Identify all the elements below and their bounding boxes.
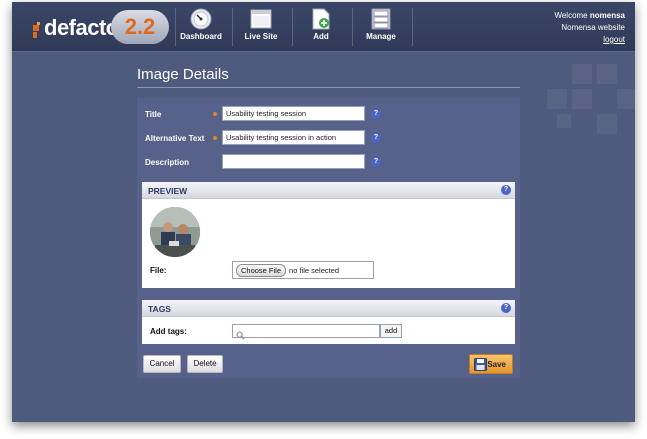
required-indicator bbox=[213, 112, 217, 116]
title-label: Title bbox=[145, 110, 162, 119]
save-button-label: Save bbox=[487, 359, 506, 369]
alt-text-field[interactable]: Usability testing session in action bbox=[222, 130, 365, 145]
tags-search-input[interactable] bbox=[232, 324, 380, 340]
page-title: Image Details bbox=[137, 66, 520, 88]
tags-panel: TAGS ? Add tags: add bbox=[142, 300, 515, 344]
description-help-icon[interactable]: ? bbox=[371, 157, 381, 167]
preview-help-icon[interactable]: ? bbox=[501, 185, 511, 195]
decorative-square bbox=[617, 89, 635, 109]
file-label: File: bbox=[150, 266, 167, 275]
title-field[interactable]: Usability testing session bbox=[222, 106, 365, 121]
nav-live-site-label: Live Site bbox=[244, 32, 278, 41]
logo-mark-icon bbox=[32, 17, 42, 39]
delete-button[interactable]: Delete bbox=[187, 355, 223, 373]
app-window: defacto 2.2 Dashboard Live Site Add Mana… bbox=[12, 2, 635, 422]
decorative-square bbox=[597, 64, 617, 84]
welcome-prefix: Welcome bbox=[554, 11, 588, 20]
header-bar: defacto 2.2 Dashboard Live Site Add Mana… bbox=[12, 2, 635, 52]
decorative-square bbox=[547, 89, 567, 109]
logout-link[interactable]: logout bbox=[603, 35, 625, 44]
preview-heading: PREVIEW bbox=[148, 186, 188, 196]
nav-add[interactable]: Add bbox=[292, 4, 350, 50]
image-thumbnail bbox=[150, 207, 200, 257]
add-document-icon bbox=[310, 8, 332, 30]
file-status: no file selected bbox=[289, 265, 340, 275]
welcome-line: Welcome nomensa bbox=[554, 10, 625, 22]
cabinet-icon bbox=[370, 8, 392, 30]
required-indicator bbox=[213, 136, 217, 140]
decorative-square bbox=[597, 114, 617, 134]
nav-dashboard-label: Dashboard bbox=[180, 32, 222, 41]
save-button[interactable]: Save bbox=[469, 354, 513, 374]
add-tags-label: Add tags: bbox=[150, 327, 187, 336]
brand-name: defacto bbox=[44, 15, 119, 40]
floppy-disk-icon bbox=[474, 358, 487, 373]
logo[interactable]: defacto bbox=[32, 14, 119, 42]
description-label: Description bbox=[145, 158, 190, 167]
add-tag-button[interactable]: add bbox=[380, 324, 402, 338]
version-badge: 2.2 bbox=[111, 10, 169, 44]
nav-dashboard[interactable]: Dashboard bbox=[172, 4, 230, 50]
nav-manage[interactable]: Manage bbox=[352, 4, 410, 50]
cancel-button[interactable]: Cancel bbox=[143, 355, 181, 373]
site-name: Nomensa website bbox=[561, 23, 625, 32]
gauge-icon bbox=[190, 8, 212, 30]
nav-live-site[interactable]: Live Site bbox=[232, 4, 290, 50]
nav-manage-label: Manage bbox=[366, 32, 396, 41]
title-help-icon[interactable]: ? bbox=[371, 109, 381, 119]
decorative-square bbox=[572, 89, 592, 109]
search-icon bbox=[236, 327, 245, 345]
alt-text-label: Alternative Text bbox=[145, 134, 205, 143]
window-icon bbox=[250, 8, 272, 30]
decorative-square bbox=[557, 114, 571, 128]
tags-heading: TAGS bbox=[148, 304, 171, 314]
user-info: Welcome nomensa Nomensa website logout bbox=[554, 10, 625, 46]
alt-text-help-icon[interactable]: ? bbox=[371, 133, 381, 143]
nav-divider bbox=[412, 8, 413, 46]
nav-add-label: Add bbox=[313, 32, 329, 41]
preview-panel: PREVIEW ? File: Choose File no file sele… bbox=[142, 182, 515, 288]
tags-help-icon[interactable]: ? bbox=[501, 303, 511, 313]
preview-panel-header: PREVIEW ? bbox=[142, 182, 515, 199]
file-upload-field: Choose File no file selected bbox=[232, 261, 374, 279]
decorative-square bbox=[572, 64, 592, 84]
choose-file-button[interactable]: Choose File bbox=[236, 263, 287, 277]
tags-panel-header: TAGS ? bbox=[142, 300, 515, 317]
user-name: nomensa bbox=[589, 11, 625, 20]
image-details-form: Title Usability testing session ? Altern… bbox=[137, 98, 520, 378]
description-field[interactable] bbox=[222, 154, 365, 169]
